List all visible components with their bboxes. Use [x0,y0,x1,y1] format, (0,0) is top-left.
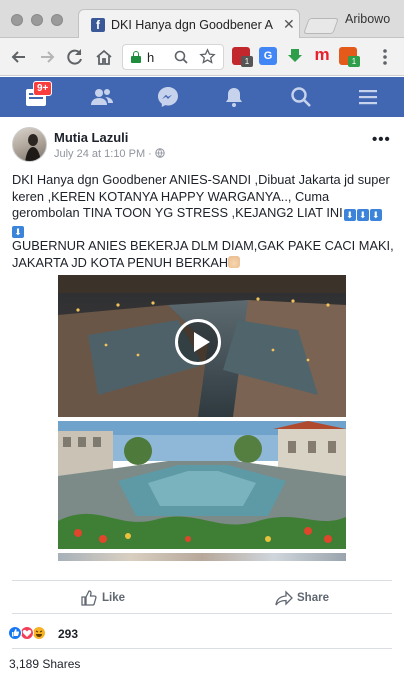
browser-tab-active[interactable]: f DKI Hanya dgn Goodbener ANIES-SANDI ✕ [78,9,300,39]
browser-toolbar: h 1 G m 1 [0,38,404,76]
share-label: Share [297,592,329,604]
post-message: DKI Hanya dgn Goodbener ANIES-SANDI ,Dib… [12,172,396,271]
play-video-icon[interactable] [175,319,221,365]
love-reaction-icon [20,626,34,640]
message-line: gerombolan TINA TOON YG STRESS ,KEJANG2 … [12,205,396,222]
window-zoom-button[interactable] [51,14,63,26]
office-icon[interactable]: 1 [339,47,360,67]
message-line: ⬇ [12,222,396,239]
zoom-icon[interactable] [173,49,189,68]
post-media [58,275,346,561]
feed-post: Mutia Lazuli July 24 at 1:10 PM · ••• DK… [0,117,404,683]
profile-name[interactable]: Aribowo [345,12,390,26]
arrow-down-emoji-icon: ⬇ [356,209,369,221]
arrow-down-emoji-icon: ⬇ [369,209,382,221]
arrow-down-emoji-icon: ⬇ [12,225,24,238]
notification-count-badge: 9+ [33,81,53,96]
tab-close-icon[interactable]: ✕ [283,16,295,33]
search-icon[interactable] [289,85,313,109]
post-options-icon[interactable]: ••• [372,131,391,148]
reaction-count[interactable]: 293 [58,627,78,641]
friend-requests-icon[interactable] [90,85,114,109]
post-video[interactable] [58,275,346,417]
facebook-favicon-icon: f [91,18,105,32]
notifications-bell-icon[interactable] [222,85,246,109]
window-minimize-button[interactable] [31,14,43,26]
author-avatar[interactable] [12,127,47,162]
facebook-nav-bar: 9+ [0,77,404,117]
back-icon[interactable] [8,46,30,68]
url-text: h [147,50,155,65]
globe-icon [155,148,165,160]
post-photo-strip[interactable] [58,553,346,561]
lock-icon [131,51,141,63]
browser-tab-strip: f DKI Hanya dgn Goodbener ANIES-SANDI ✕ … [0,0,404,39]
message-line: GUBERNUR ANIES BEKERJA DLM DIAM,GAK PAKE… [12,238,394,253]
shares-count[interactable]: 3,189 Shares [9,657,80,671]
ublock-icon[interactable]: 1 [232,47,253,67]
post-meta: July 24 at 1:10 PM · [54,148,165,160]
window-close-button[interactable] [11,14,23,26]
author-name[interactable]: Mutia Lazuli [54,130,128,145]
meta-separator: · [145,148,155,160]
download-icon[interactable] [286,47,304,65]
arrow-down-emoji-icon: ⬇ [343,209,356,221]
post-photo[interactable] [58,421,346,549]
like-reaction-icon [8,626,22,640]
message-line: keren ,KEREN KOTANYA HAPPY WARGANYA.., C… [12,188,330,204]
reload-icon[interactable] [64,46,86,68]
share-arrow-icon [275,590,293,606]
thumbs-up-icon [81,590,97,606]
haha-reaction-icon [32,626,46,640]
praying-hands-emoji-icon [228,255,241,268]
divider [12,648,392,649]
message-line: DKI Hanya dgn Goodbener ANIES-SANDI ,Dib… [12,172,390,187]
like-label: Like [102,592,126,604]
post-timestamp[interactable]: July 24 at 1:10 PM [54,148,145,160]
address-bar[interactable]: h [122,44,224,70]
message-line: JAKARTA JD KOTA PENUH BERKAH [12,255,396,272]
m-extension-icon[interactable]: m [313,46,331,65]
forward-icon[interactable] [36,46,58,68]
new-tab-button[interactable] [303,18,339,34]
google-translate-icon[interactable]: G [259,47,277,65]
bookmark-star-icon[interactable] [199,48,216,68]
chrome-menu-icon[interactable] [374,46,396,68]
messenger-icon[interactable] [156,85,180,109]
divider [12,613,392,614]
divider [12,580,392,581]
home-icon[interactable] [93,46,115,68]
tab-title: DKI Hanya dgn Goodbener ANIES-SANDI [111,18,273,32]
menu-hamburger-icon[interactable] [356,85,380,109]
canal-photo [58,421,346,549]
